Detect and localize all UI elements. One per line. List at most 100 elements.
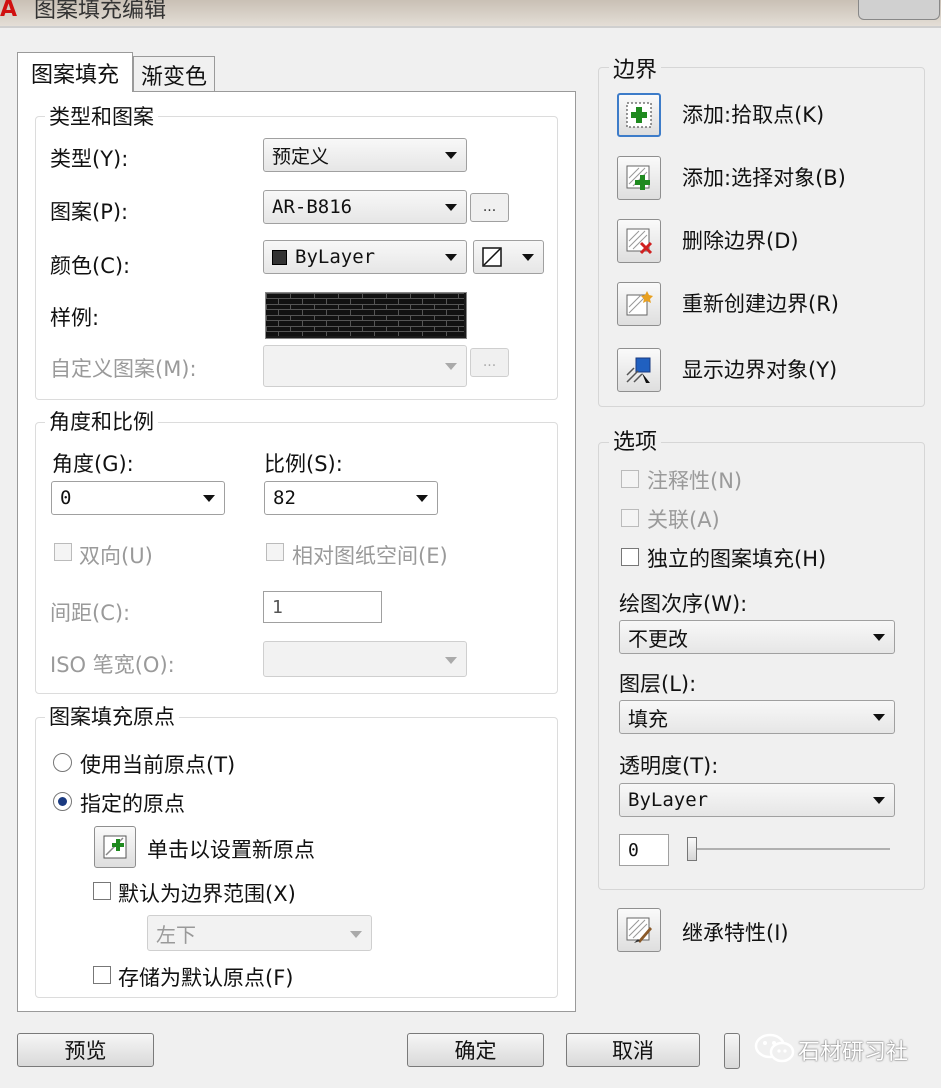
default-extent-checkbox[interactable] [93, 882, 111, 900]
custom-pattern-combo[interactable] [263, 345, 467, 387]
transparency-combo[interactable]: ByLayer [619, 783, 895, 817]
color-label: 颜色(C): [50, 254, 131, 278]
chevron-down-icon [445, 152, 457, 159]
transparency-label: 透明度(T): [619, 754, 719, 778]
custom-pattern-label: 自定义图案(M): [50, 357, 197, 381]
title-divider [0, 26, 941, 28]
select-objects-icon [626, 165, 650, 190]
set-origin-icon [103, 835, 127, 859]
type-combo[interactable]: 预定义 [263, 138, 467, 172]
pattern-value: AR-B816 [272, 196, 353, 218]
annotative-checkbox[interactable] [621, 470, 639, 488]
wechat-icon [754, 1032, 796, 1064]
inherit-properties-button[interactable] [617, 908, 661, 952]
boundary-title: 边界 [609, 52, 662, 84]
use-current-origin-label: 使用当前原点(T) [80, 753, 236, 777]
help-button[interactable] [724, 1033, 740, 1069]
scale-label: 比例(S): [264, 452, 343, 476]
pick-point-icon [626, 102, 652, 128]
angle-combo[interactable]: 0 [51, 481, 225, 515]
spacing-input[interactable]: 1 [263, 591, 382, 623]
chevron-down-icon [873, 797, 885, 804]
tab-gradient[interactable]: 渐变色 [133, 56, 215, 92]
default-extent-label: 默认为边界范围(X) [118, 882, 296, 906]
recreate-boundary-icon [626, 291, 653, 316]
chevron-down-icon [445, 657, 457, 664]
iso-pen-combo[interactable] [263, 641, 467, 677]
annotative-label: 注释性(N) [647, 469, 743, 493]
chevron-down-icon [873, 714, 885, 721]
set-origin-button[interactable] [94, 826, 136, 868]
scale-value: 82 [273, 487, 296, 509]
draw-order-value: 不更改 [628, 626, 688, 651]
custom-pattern-browse-button[interactable]: ... [470, 348, 509, 377]
associative-checkbox[interactable] [621, 509, 639, 527]
brick-pattern-icon [266, 293, 464, 336]
double-checkbox[interactable] [54, 543, 72, 561]
add-pick-points-button[interactable] [617, 93, 661, 137]
transparency-slider-thumb[interactable] [687, 837, 697, 861]
chevron-down-icon [873, 634, 885, 641]
type-value: 预定义 [272, 145, 330, 168]
origin-position-value: 左下 [156, 922, 196, 947]
add-select-objects-label: 添加:选择对象(B) [682, 166, 846, 190]
relative-paper-checkbox[interactable] [266, 543, 284, 561]
inherit-properties-label: 继承特性(I) [682, 921, 789, 945]
no-fill-icon [482, 247, 502, 267]
separate-hatches-checkbox[interactable] [621, 548, 639, 566]
background-color-combo[interactable] [473, 240, 544, 274]
options-title: 选项 [609, 424, 662, 456]
tab-hatch[interactable]: 图案填充 [17, 52, 133, 92]
ok-button[interactable]: 确定 [407, 1033, 544, 1067]
inherit-properties-icon [626, 917, 652, 943]
pattern-combo[interactable]: AR-B816 [263, 190, 467, 224]
layer-combo[interactable]: 填充 [619, 700, 895, 734]
use-current-origin-radio[interactable] [53, 753, 72, 772]
remove-boundary-icon [626, 228, 653, 255]
recreate-boundary-button[interactable] [617, 282, 661, 326]
angle-value: 0 [60, 487, 72, 509]
window-title: 图案填充编辑 [34, 0, 167, 23]
draw-order-combo[interactable]: 不更改 [619, 620, 895, 654]
pattern-browse-button[interactable]: ... [470, 193, 509, 222]
chevron-down-icon [445, 363, 457, 370]
color-value: ByLayer [295, 246, 376, 268]
double-label: 双向(U) [79, 544, 153, 568]
relative-paper-label: 相对图纸空间(E) [292, 544, 448, 568]
layer-label: 图层(L): [619, 672, 697, 696]
transparency-slider-track[interactable] [690, 848, 890, 850]
draw-order-label: 绘图次序(W): [619, 592, 748, 616]
watermark-text: 石材研习社 [798, 1040, 909, 1065]
pattern-label: 图案(P): [50, 200, 129, 224]
transparency-value: ByLayer [628, 789, 709, 811]
autocad-logo-icon: A [0, 0, 18, 22]
pattern-swatch[interactable] [265, 292, 467, 339]
show-boundary-objects-label: 显示边界对象(Y) [682, 358, 838, 382]
color-combo[interactable]: ByLayer [263, 240, 467, 274]
specified-origin-radio[interactable] [53, 792, 72, 811]
type-pattern-title: 类型和图案 [45, 101, 158, 131]
transparency-value-input[interactable]: 0 [619, 834, 669, 866]
color-swatch-icon [272, 249, 287, 265]
scale-combo[interactable]: 82 [264, 481, 438, 515]
store-default-checkbox[interactable] [93, 966, 111, 984]
cancel-button[interactable]: 取消 [566, 1033, 700, 1067]
chevron-down-icon [445, 204, 457, 211]
swatch-label: 样例: [50, 306, 100, 330]
origin-position-combo[interactable]: 左下 [147, 915, 372, 951]
layer-value: 填充 [628, 706, 668, 731]
chevron-down-icon [522, 254, 534, 261]
add-select-objects-button[interactable] [617, 156, 661, 200]
add-pick-points-label: 添加:拾取点(K) [682, 103, 825, 127]
specified-origin-label: 指定的原点 [80, 792, 185, 816]
remove-boundaries-button[interactable] [617, 219, 661, 263]
chevron-down-icon [350, 931, 362, 938]
close-button[interactable] [858, 0, 940, 20]
show-boundary-objects-button[interactable] [617, 348, 661, 392]
remove-boundaries-label: 删除边界(D) [682, 229, 799, 253]
preview-button[interactable]: 预览 [17, 1033, 154, 1067]
angle-label: 角度(G): [52, 452, 134, 476]
separate-hatches-label: 独立的图案填充(H) [647, 547, 827, 571]
origin-title: 图案填充原点 [45, 701, 179, 731]
recreate-boundary-label: 重新创建边界(R) [682, 292, 839, 316]
